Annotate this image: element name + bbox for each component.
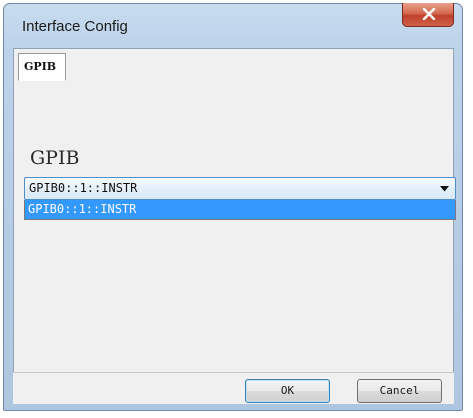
tab-strip: GPIB <box>14 49 453 82</box>
window-title: Interface Config <box>22 18 128 35</box>
close-button[interactable] <box>402 3 454 27</box>
gpib-address-combobox[interactable]: GPIB0::1::INSTR <box>24 177 456 200</box>
cancel-button[interactable]: Cancel <box>357 379 442 403</box>
dialog-button-bar: OK Cancel <box>13 372 454 404</box>
interface-config-dialog: Interface Config GPIB GPIB GPIB0::1::INS… <box>3 3 463 411</box>
gpib-address-dropdown-list: GPIB0::1::INSTR <box>24 200 456 220</box>
dialog-client-area: GPIB GPIB GPIB0::1::INSTR GPIB0::1::INST… <box>13 48 456 404</box>
tab-gpib[interactable]: GPIB <box>18 53 66 81</box>
ok-button[interactable]: OK <box>245 379 330 403</box>
combobox-value: GPIB0::1::INSTR <box>29 181 138 195</box>
dropdown-option[interactable]: GPIB0::1::INSTR <box>25 200 455 219</box>
title-bar[interactable]: Interface Config <box>4 3 462 48</box>
chevron-down-icon[interactable] <box>440 186 449 192</box>
gpib-section-label: GPIB <box>30 147 80 169</box>
close-icon <box>422 8 436 20</box>
